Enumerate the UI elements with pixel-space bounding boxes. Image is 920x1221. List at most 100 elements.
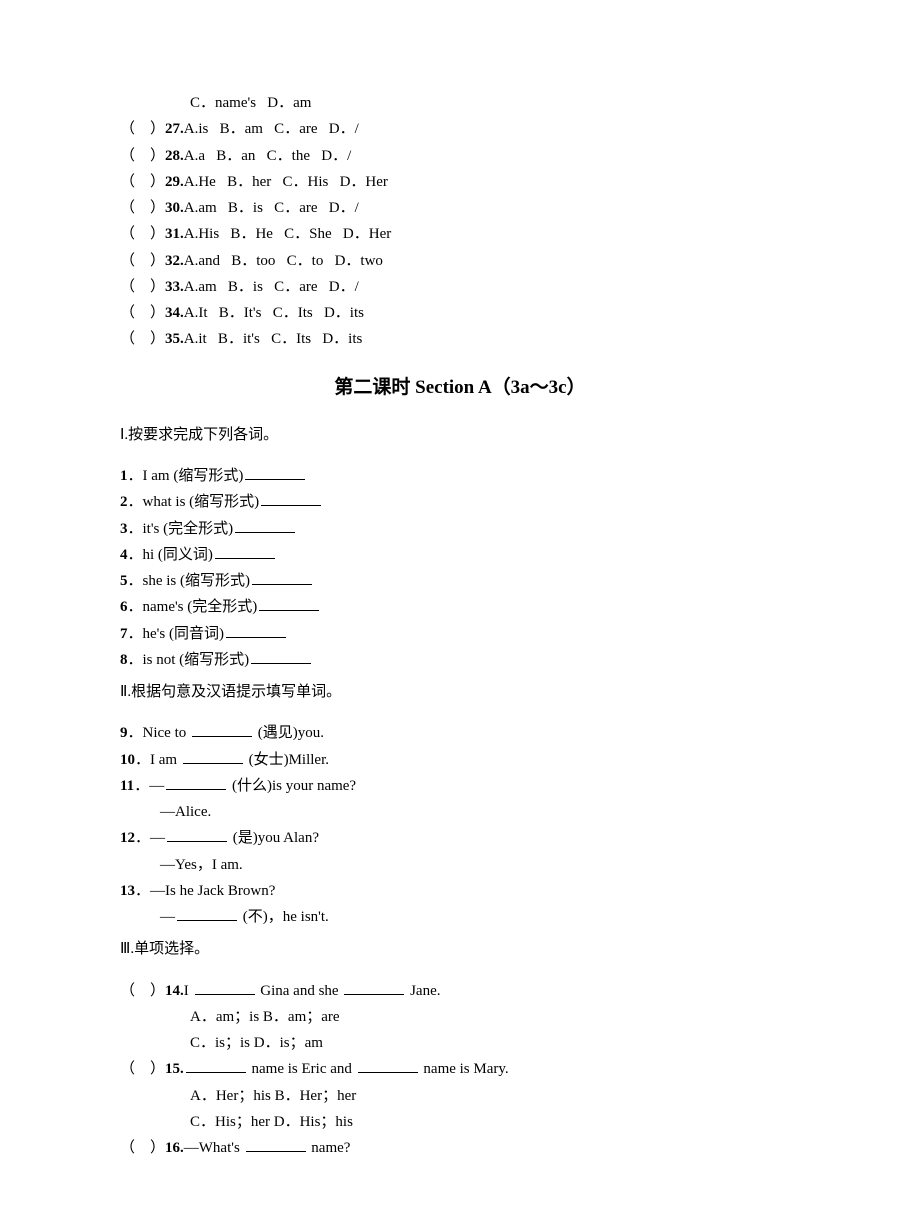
q9-post: (遇见)you. [254,725,324,741]
mc-row-34: （ ）34.A.It B．It's C．Its D．its [120,300,800,326]
q12-num: 12 [120,830,135,846]
q8-num: 8 [120,652,128,668]
q13-blank[interactable] [177,907,237,922]
q6-text: ．name's (完全形式) [128,599,258,615]
q4-blank[interactable] [215,544,275,559]
q11-pre: ．— [134,778,164,794]
section-2-head: Ⅱ.根据句意及汉语提示填写单词。 [120,679,800,705]
q16-stem-post: name? [308,1140,351,1156]
q2-text: ．what is (缩写形式) [128,494,260,510]
q2-num: 2 [120,494,128,510]
q15-num: 15. [165,1061,184,1077]
q13-num: 13 [120,883,135,899]
q3-num: 3 [120,521,128,537]
q10: 10．I am (女士)Miller. [120,747,800,773]
q15-stem-post: name is Mary. [420,1061,509,1077]
q14-blank2[interactable] [344,980,404,995]
q15-blank2[interactable] [358,1059,418,1074]
mc-opts-33: A.am B．is C．are D．/ [184,279,359,295]
q14-opts-b: C．is；is D．is；am [190,1030,800,1056]
q2: 2．what is (缩写形式) [120,489,800,515]
q5-num: 5 [120,573,128,589]
q3-blank[interactable] [235,518,295,533]
mc-num-35: 35. [165,331,184,347]
q13-sub-pre: — [160,909,175,925]
mc-opts-34: A.It B．It's C．Its D．its [184,305,364,321]
mc-num-31: 31. [165,226,184,242]
q16: （ ）16.—What's name? [120,1135,800,1161]
q5: 5．she is (缩写形式) [120,568,800,594]
q9-num: 9 [120,725,128,741]
q13-sub-post: (不)，he isn't. [239,909,329,925]
q9: 9．Nice to (遇见)you. [120,720,800,746]
section-1-head: Ⅰ.按要求完成下列各词。 [120,422,800,448]
q16-num: 16. [165,1140,184,1156]
q14-stem-mid: Gina and she [257,983,343,999]
q6-blank[interactable] [259,597,319,612]
q11-answer: —Alice. [160,799,800,825]
q15: （ ）15. name is Eric and name is Mary. [120,1056,800,1082]
q6-num: 6 [120,599,128,615]
mc-opts-31: A.His B．He C．She D．Her [184,226,392,242]
q9-pre: ．Nice to [128,725,190,741]
mc-num-29: 29. [165,174,184,190]
q10-num: 10 [120,752,135,768]
q14-stem-pre: I [184,983,193,999]
q15-opts-a: A．Her；his B．Her；her [190,1083,800,1109]
q15-stem-mid: name is Eric and [248,1061,356,1077]
q1-blank[interactable] [245,466,305,481]
section-title: 第二课时 Section A（3a～3c） [120,371,800,404]
mc-opts-32: A.and B．too C．to D．two [184,253,383,269]
q11-num: 11 [120,778,134,794]
q5-blank[interactable] [252,571,312,586]
q5-text: ．she is (缩写形式) [128,573,251,589]
q12-blank[interactable] [167,828,227,843]
q13: 13．—Is he Jack Brown? [120,878,800,904]
q4: 4．hi (同义词) [120,542,800,568]
q14: （ ）14.I Gina and she Jane. [120,978,800,1004]
q10-post: (女士)Miller. [245,752,329,768]
q12-answer: —Yes，I am. [160,852,800,878]
q10-blank[interactable] [183,749,243,764]
q10-pre: ．I am [135,752,181,768]
q12-pre: ．— [135,830,165,846]
mc-row-28: （ ）28.A.a B．an C．the D．/ [120,143,800,169]
mc-opts-29: A.He B．her C．His D．Her [184,174,388,190]
mc-num-32: 32. [165,253,184,269]
q8: 8．is not (缩写形式) [120,647,800,673]
mc-row-35: （ ）35.A.it B．it's C．Its D．its [120,326,800,352]
mc-num-27: 27. [165,121,184,137]
q15-blank1[interactable] [186,1059,246,1074]
q7-num: 7 [120,626,128,642]
mc-opts-35: A.it B．it's C．Its D．its [184,331,363,347]
q1-text: ．I am (缩写形式) [128,468,244,484]
section-3-head: Ⅲ.单项选择。 [120,936,800,962]
mc-row-32: （ ）32.A.and B．too C．to D．two [120,248,800,274]
q7-blank[interactable] [226,623,286,638]
mc-num-28: 28. [165,148,184,164]
q14-num: 14. [165,983,184,999]
q13-pre: ．—Is he Jack Brown? [135,883,275,899]
q12-post: (是)you Alan? [229,830,319,846]
mc-row-31: （ ）31.A.His B．He C．She D．Her [120,221,800,247]
mc-opts-30: A.am B．is C．are D．/ [184,200,359,216]
q11: 11．— (什么)is your name? [120,773,800,799]
q11-blank[interactable] [166,775,226,790]
mc-row-33: （ ）33.A.am B．is C．are D．/ [120,274,800,300]
mc-opts-28: A.a B．an C．the D．/ [184,148,351,164]
q16-blank[interactable] [246,1138,306,1153]
q8-blank[interactable] [251,649,311,664]
q4-text: ．hi (同义词) [128,547,213,563]
q14-blank1[interactable] [195,980,255,995]
q8-text: ．is not (缩写形式) [128,652,250,668]
q4-num: 4 [120,547,128,563]
mc-num-34: 34. [165,305,184,321]
q13-sub: — (不)，he isn't. [160,904,800,930]
q2-blank[interactable] [261,492,321,507]
mc-num-30: 30. [165,200,184,216]
q1: 1．I am (缩写形式) [120,463,800,489]
mc-num-33: 33. [165,279,184,295]
q9-blank[interactable] [192,723,252,738]
q12: 12．— (是)you Alan? [120,825,800,851]
q7: 7．he's (同音词) [120,621,800,647]
